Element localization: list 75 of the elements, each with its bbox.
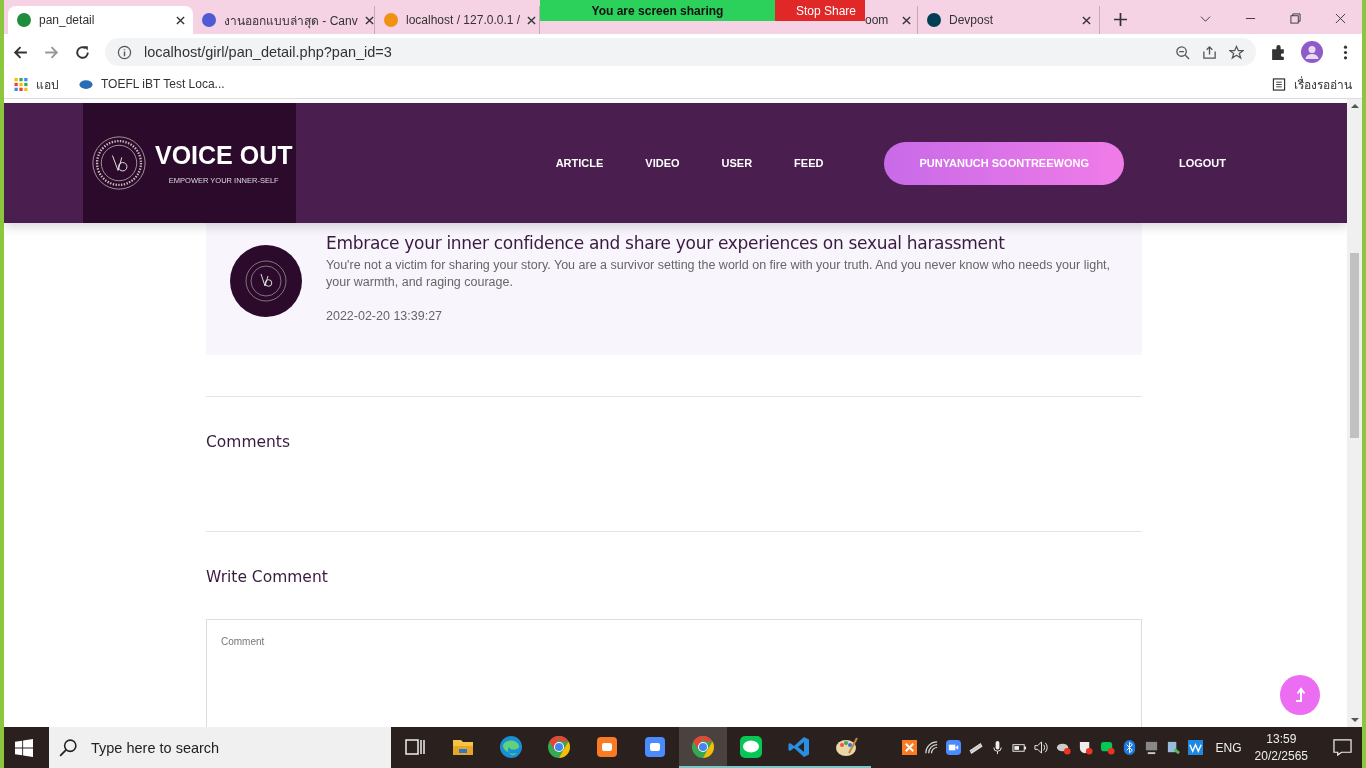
star-icon[interactable] (1229, 44, 1244, 60)
scrollbar[interactable] (1347, 99, 1362, 727)
avatar-icon[interactable] (1301, 41, 1323, 63)
clock-date[interactable]: 20/2/2565 (1254, 749, 1308, 763)
close-icon[interactable] (364, 15, 374, 25)
screen-sharing-notice: You are screen sharing (540, 0, 775, 21)
back-to-top-button[interactable] (1280, 675, 1320, 715)
write-comment-heading: Write Comment (206, 568, 329, 586)
input-language[interactable]: ENG (1215, 740, 1242, 755)
post-title: Embrace your inner confidence and share your experiences on sexual harassment (326, 233, 1005, 253)
speaker-icon[interactable] (1033, 740, 1049, 755)
logout-link[interactable]: LOGOUT (1157, 157, 1247, 169)
tray-app-icon[interactable] (1165, 740, 1181, 755)
site-icon (201, 12, 217, 28)
site-icon (926, 12, 942, 28)
windows-start-icon[interactable] (15, 738, 33, 757)
tray-app-icon[interactable] (967, 740, 983, 755)
restore-icon[interactable] (1290, 13, 1301, 24)
browser-icon (499, 734, 523, 759)
reading-list-icon (1272, 77, 1286, 91)
shield-error-icon[interactable] (1077, 740, 1093, 755)
author-avatar (230, 245, 302, 317)
clock-time[interactable]: 13:59 (1266, 732, 1297, 746)
reload-icon[interactable] (74, 43, 91, 61)
nav-link[interactable]: VIDEO (624, 157, 701, 169)
scroll-up-icon[interactable] (1350, 103, 1359, 109)
scroll-thumb[interactable] (1350, 253, 1359, 438)
apps-grid-icon (14, 77, 28, 91)
stop-share-button[interactable]: Stop Share (775, 0, 865, 21)
bookmark[interactable]: แอป (14, 74, 59, 94)
site-icon (79, 77, 93, 91)
comment-field[interactable]: Comment (206, 619, 1142, 727)
comments-heading: Comments (206, 433, 292, 451)
close-icon[interactable] (902, 15, 911, 25)
post-text: You're not a victim for sharing your story. You are a survivor setting the world on fire with your truth. And you never know who needs your light, your warmth, and raging courage. (326, 257, 1112, 291)
new-tab-icon[interactable] (1114, 13, 1127, 26)
site-icon (383, 12, 399, 28)
network-icon[interactable] (1143, 740, 1159, 755)
site-icon (16, 12, 32, 28)
nav-link[interactable]: USER (700, 157, 774, 169)
close-icon[interactable] (527, 15, 537, 25)
browser-icon (547, 734, 571, 759)
browser-tab[interactable]: pan_detail (8, 6, 193, 34)
xampp-tray-icon[interactable] (901, 740, 917, 755)
reading-list[interactable]: เรื่องรออ่าน (1272, 74, 1352, 94)
zoom-out-icon[interactable] (1175, 44, 1190, 60)
nav-link[interactable]: FEED (773, 157, 845, 169)
logo-icon (91, 135, 147, 191)
video-camera-icon[interactable] (945, 740, 961, 755)
chat-icon (739, 734, 763, 759)
post-date: 2022-02-20 13:39:27 (326, 309, 443, 323)
bluetooth-icon[interactable] (1121, 740, 1137, 755)
chevron-icon[interactable] (1200, 13, 1211, 24)
brand-name: VOICE OUT (155, 141, 293, 170)
puzzle-icon[interactable] (1270, 43, 1287, 61)
browser-icon (691, 734, 715, 759)
bookmark[interactable]: TOEFL iBT Test Loca... (79, 77, 225, 91)
close-icon[interactable] (1082, 15, 1091, 25)
app-icon (595, 734, 619, 759)
nav-link[interactable]: ARTICLE (534, 157, 625, 169)
close-icon[interactable] (1335, 13, 1346, 24)
waves-icon[interactable] (1187, 740, 1203, 755)
close-icon[interactable] (176, 15, 185, 25)
arrow-up-icon (1294, 687, 1306, 703)
search-icon (59, 738, 77, 757)
address-bar[interactable]: localhost/girl/pan_detail.php?pan_id=3 (105, 38, 1256, 66)
video-camera-icon (643, 734, 667, 759)
share-icon[interactable] (1202, 44, 1217, 60)
info-icon[interactable] (117, 44, 132, 60)
scroll-down-icon[interactable] (1350, 717, 1359, 723)
taskbar-search-field[interactable]: Type here to search (49, 727, 391, 768)
notifications-icon[interactable] (1333, 738, 1352, 757)
chat-icon[interactable] (1099, 740, 1115, 755)
wifi-icon[interactable] (923, 740, 939, 755)
code-editor-icon (787, 734, 811, 759)
